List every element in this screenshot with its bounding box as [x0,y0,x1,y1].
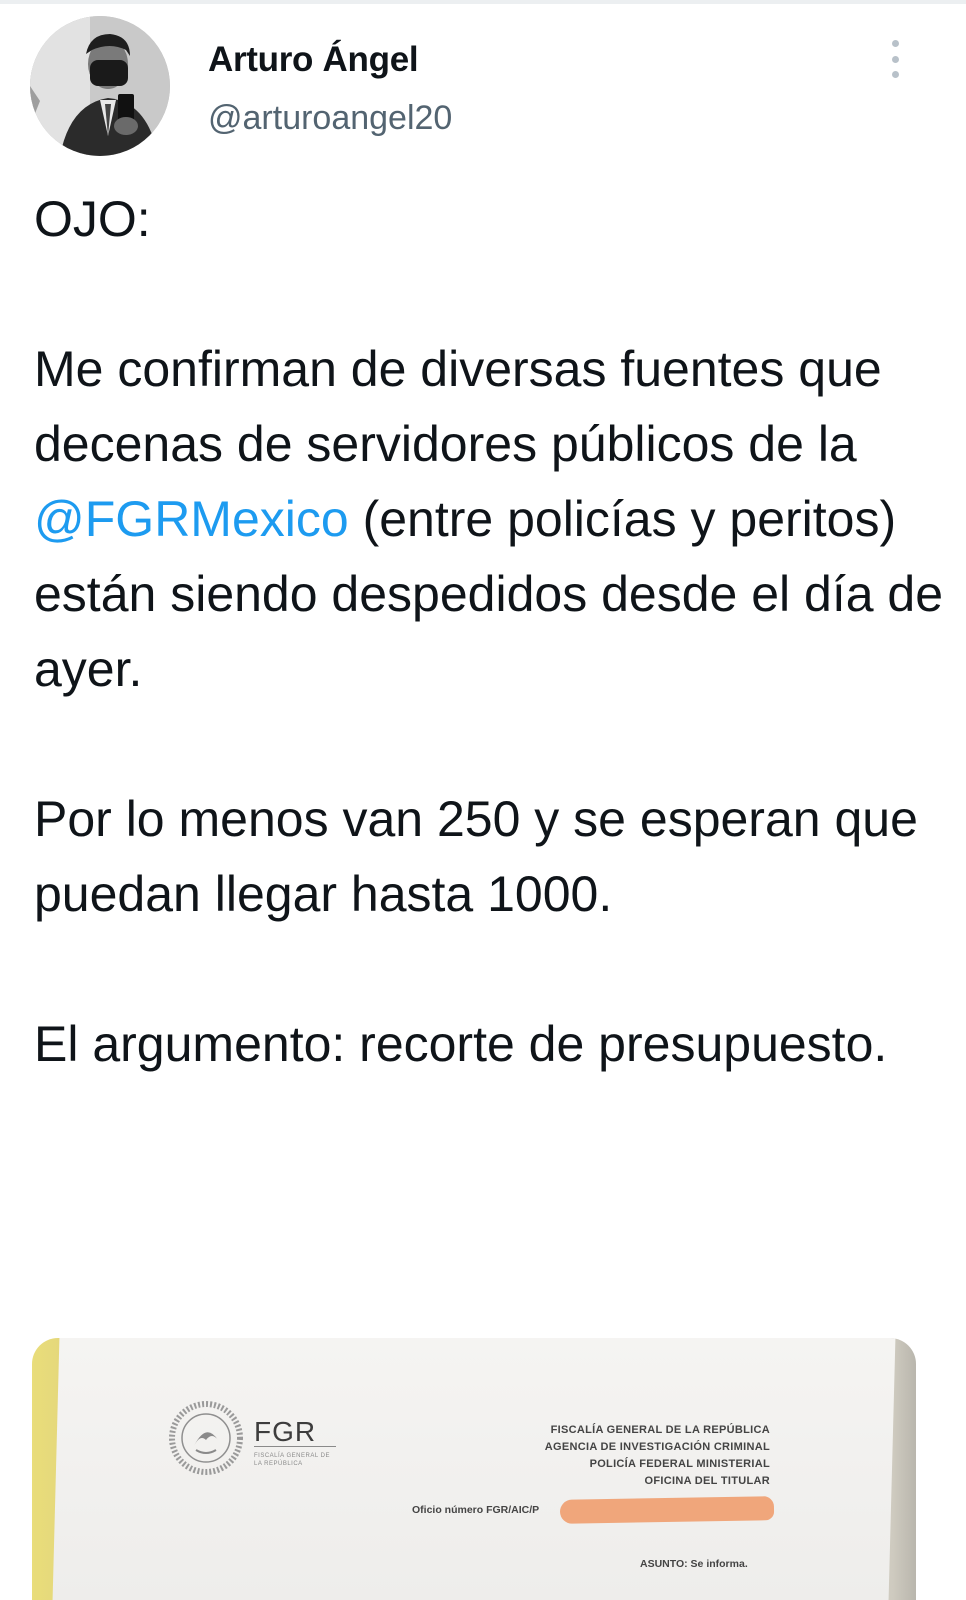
fgr-logo-subtitle: FISCALÍA GENERAL DE LA REPÚBLICA [254,1453,330,1467]
author-handle[interactable]: @arturoangel20 [208,99,452,138]
attached-photo[interactable]: FGR FISCALÍA GENERAL DE LA REPÚBLICA FIS… [32,1338,916,1600]
redaction-mark [559,1496,775,1524]
avatar[interactable] [30,16,170,156]
tweet-paragraph-1: Me confirman de diversas fuentes que dec… [34,332,944,707]
office-line: FISCALÍA GENERAL DE LA REPÚBLICA [550,1424,770,1436]
office-header: FISCALÍA GENERAL DE LA REPÚBLICA AGENCIA… [545,1422,770,1490]
avatar-photo [30,16,170,156]
mexico-seal-icon [169,1401,243,1475]
more-icon-dot [891,71,899,78]
tweet-text: OJO: Me confirman de diversas fuentes qu… [34,182,944,1082]
more-icon-dot [891,55,899,63]
tweet-paragraph-1-start: Me confirman de diversas fuentes que dec… [34,341,882,472]
author-display-name[interactable]: Arturo Ángel [208,40,419,80]
top-divider [0,0,966,4]
asunto-line: ASUNTO: Se informa. [640,1558,748,1570]
more-options-button[interactable] [880,36,910,82]
tweet-paragraph-2: Por lo menos van 250 y se esperan que pu… [34,791,918,922]
oficio-number: Oficio número FGR/AIC/P [412,1504,540,1516]
fgr-logo-text: FGR [254,1416,317,1447]
office-line: OFICINA DEL TITULAR [644,1475,770,1487]
fgr-logo-divider [254,1446,336,1447]
tweet-heading: OJO: [34,191,151,247]
office-line: AGENCIA DE INVESTIGACIÓN CRIMINAL [544,1441,770,1453]
more-vertical-icon [891,40,899,47]
tweet-paragraph-3: El argumento: recorte de presupuesto. [34,1016,888,1072]
mention-link[interactable]: @FGRMexico [34,491,349,547]
office-line: POLICÍA FEDERAL MINISTERIAL [589,1458,770,1470]
